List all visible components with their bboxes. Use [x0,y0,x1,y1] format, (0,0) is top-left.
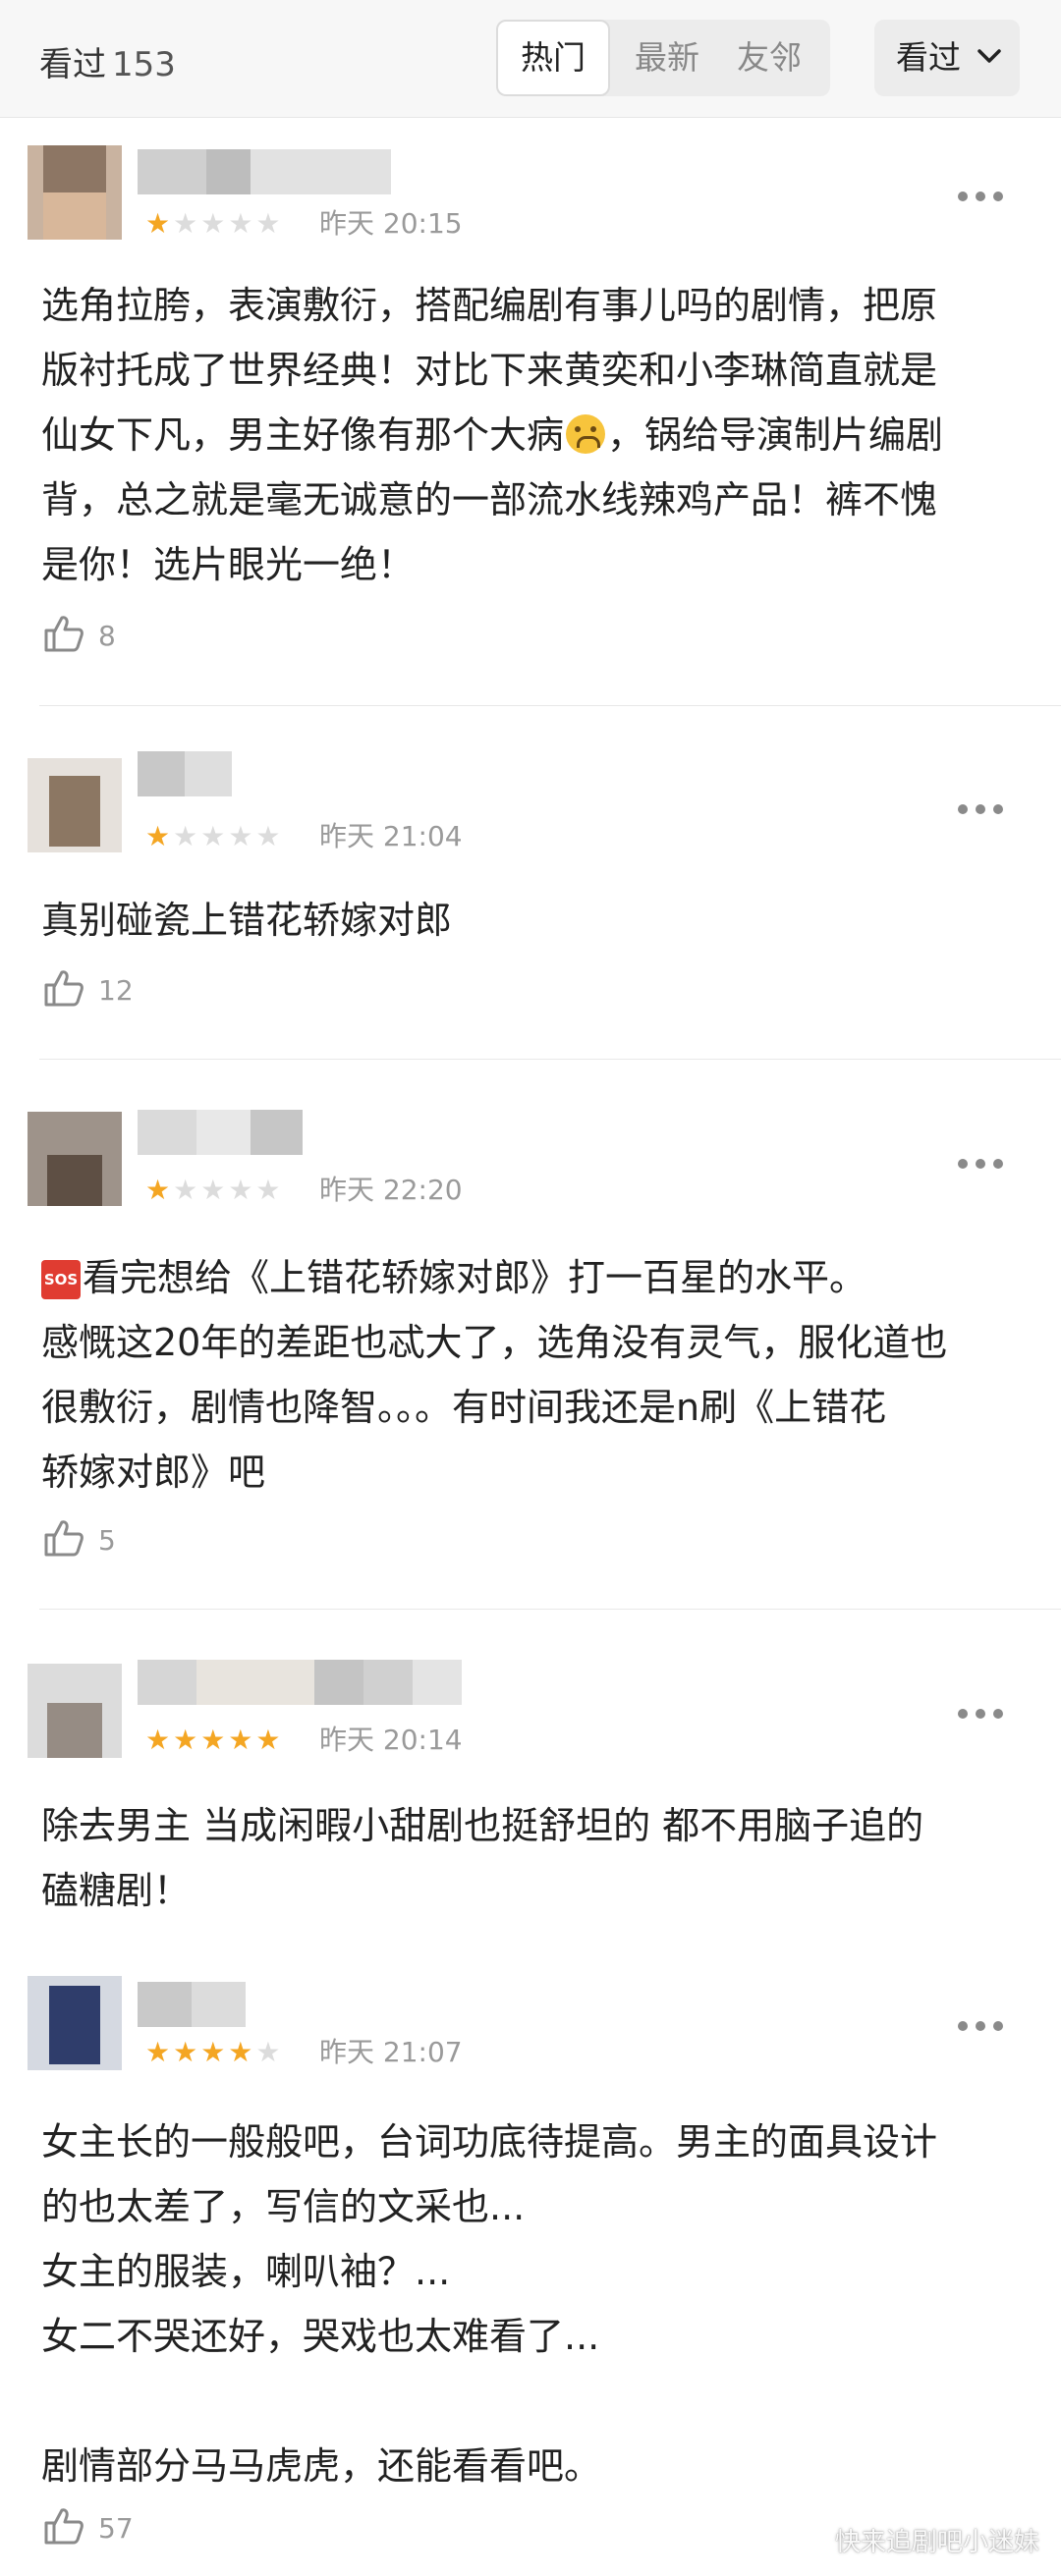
thumbs-up-icon [44,2508,84,2545]
tab-latest[interactable]: 最新 [618,20,716,96]
comment-text: 真别碰瓷上错花轿嫁对郎 [41,888,1024,953]
username-blurred[interactable] [138,1110,303,1155]
tab-hot[interactable]: 热门 [496,20,610,96]
comment-time: 昨天 20:15 [319,207,463,240]
rating-stars: ★★★★★ [145,1174,284,1206]
like-count: 12 [98,974,134,1007]
comment-time: 昨天 21:07 [319,2036,463,2068]
comment-line: 版衬托成了世界经典！对比下来黄奕和小李琳简直就是 [41,349,938,392]
avatar[interactable] [28,758,122,852]
thumbs-up-icon [44,1520,84,1557]
like-count: 8 [98,620,116,652]
comment-line [41,2369,1024,2434]
rating-stars: ★★★★★ [145,820,284,852]
more-dots-icon[interactable] [958,192,1007,205]
divider [39,1609,1061,1610]
comment-line: 的也太差了，写信的文采也... [41,2185,526,2228]
more-dots-icon[interactable] [958,1159,1007,1173]
filter-header: 看过 153 热门 最新 友邻 看过 [0,0,1061,118]
rating-stars: ★★★★★ [145,1724,284,1756]
comment-line-part: 看完想给《上错花轿嫁对郎》打一百星的水平。 [83,1256,867,1299]
thumbs-up-icon [44,970,84,1007]
comment-line: 真别碰瓷上错花轿嫁对郎 [41,899,453,942]
username-blurred[interactable] [138,1660,462,1705]
tab-friends[interactable]: 友邻 [720,20,818,96]
comment-line: 轿嫁对郎》吧 [41,1451,266,1494]
divider [39,1059,1061,1060]
comment-line: 感慨这20年的差距也忒大了，选角没有灵气，服化道也 [41,1321,948,1364]
comment-time: 昨天 20:14 [319,1724,463,1756]
watermark-text: 快来追剧吧小迷妹 [834,2528,1039,2557]
comment-line: 仙女下凡，男主好像有那个大病 ，锅给导演制片编剧 [41,403,1024,467]
comment-line: 除去男主 当成闲暇小甜剧也挺舒坦的 都不用脑子追的 [41,1804,924,1847]
comment-line: 是你！选片眼光一绝！ [41,543,416,586]
comment-line: 背，总之就是毫无诚意的一部流水线辣鸡产品！裤不愧 [41,478,938,521]
more-dots-icon[interactable] [958,1709,1007,1723]
comment-line: 很敷衍，剧情也降智。。。有时间我还是n刷《上错花 [41,1386,887,1429]
comment-line: 女二不哭还好，哭戏也太难看了... [41,2315,600,2358]
avatar[interactable] [28,1664,122,1758]
comment-text: 除去男主 当成闲暇小甜剧也挺舒坦的 都不用脑子追的 磕糖剧！ [41,1793,1024,1923]
avatar[interactable] [28,1976,122,2070]
comment-text: SOS 看完想给《上错花轿嫁对郎》打一百星的水平。 感慨这20年的差距也忒大了，选… [41,1245,1024,1505]
comment-line: 女主的服装，喇叭袖？... [41,2250,451,2293]
username-blurred[interactable] [138,751,232,796]
username-blurred[interactable] [138,1982,246,2027]
avatar[interactable] [28,145,122,240]
watched-filter-dropdown[interactable]: 看过 [874,20,1020,96]
divider [39,705,1061,706]
rating-stars: ★★★★★ [145,2036,284,2068]
watched-count: 看过 153 [39,37,176,85]
sos-emoji-icon: SOS [41,1260,81,1299]
comment-line-part: ，锅给导演制片编剧 [607,413,944,457]
more-dots-icon[interactable] [958,2021,1007,2035]
filter-label: 看过 [896,38,961,77]
watched-count-value: 153 [112,45,176,84]
comment-text: 女主长的一般般吧，台词功底待提高。男主的面具设计 的也太差了，写信的文采也...… [41,2110,1024,2498]
comment-text: 选角拉胯，表演敷衍，搭配编剧有事儿吗的剧情，把原 版衬托成了世界经典！对比下来黄… [41,273,1024,597]
comment-line-part: 仙女下凡，男主好像有那个大病 [41,413,565,457]
watched-count-label: 看过 [39,45,106,84]
comment-line: 选角拉胯，表演敷衍，搭配编剧有事儿吗的剧情，把原 [41,284,938,327]
comment-line: 磕糖剧！ [41,1869,192,1912]
comment-line: SOS 看完想给《上错花轿嫁对郎》打一百星的水平。 [41,1245,1024,1310]
upside-down-face-emoji-icon [566,414,606,454]
like-count: 5 [98,1524,116,1557]
rating-stars: ★★★★★ [145,207,284,240]
avatar[interactable] [28,1112,122,1206]
sort-tabs: 热门 最新 友邻 [496,20,830,96]
comment-time: 昨天 22:20 [319,1174,463,1206]
more-dots-icon[interactable] [958,804,1007,818]
comment-time: 昨天 21:04 [319,820,463,852]
thumbs-up-icon [44,616,84,652]
comment-line: 女主长的一般般吧，台词功底待提高。男主的面具设计 [41,2120,938,2164]
like-count: 57 [98,2512,134,2545]
comment-line: 剧情部分马马虎虎，还能看看吧。 [41,2444,602,2488]
username-blurred[interactable] [138,149,391,194]
chevron-down-icon [977,49,1001,63]
